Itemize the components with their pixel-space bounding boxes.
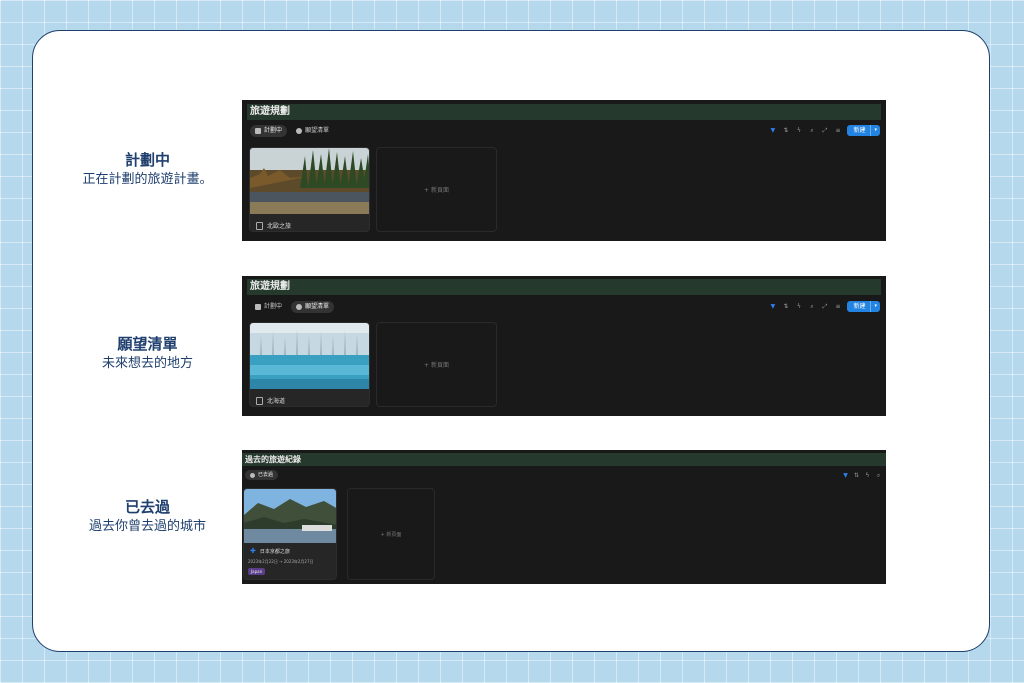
card-name: 日本京都之旅 xyxy=(259,548,290,555)
document-icon xyxy=(256,221,263,230)
new-page-card[interactable]: + 新頁面 xyxy=(376,322,497,407)
lightning-icon[interactable]: ϟ xyxy=(795,303,802,311)
new-page-card[interactable]: + 新頁面 xyxy=(376,147,497,232)
panel-visited: 過去的旅遊紀錄 已去過 ▼ ⇅ ϟ ⌕ ✚ 日本京都之旅 2023年2月22日 →… xyxy=(242,450,886,584)
card-name: 北歐之旅 xyxy=(267,223,292,230)
new-page-card[interactable]: + 新頁面 xyxy=(347,488,435,580)
new-page-label: + 新頁面 xyxy=(424,362,449,369)
card-title: ✚ 日本京都之旅 xyxy=(250,547,290,555)
card-title: 北歐之旅 xyxy=(256,221,291,230)
sort-icon[interactable]: ⇅ xyxy=(853,472,860,480)
forest-lake-image xyxy=(250,148,369,214)
toolbar: ▼ ⇅ ϟ ⌕ ⤢ ≡ 新建 ▾ xyxy=(769,125,880,136)
database-title: 過去的旅遊紀錄 xyxy=(242,453,886,466)
settings-icon[interactable]: ≡ xyxy=(834,127,841,135)
tab-planning[interactable]: 計劃中 xyxy=(250,301,287,313)
card-title: 北海道 xyxy=(256,396,285,405)
view-tabs: 已去過 xyxy=(245,470,279,480)
tab-label: 計劃中 xyxy=(264,303,283,310)
label-title: 願望清單 xyxy=(117,335,178,353)
database-title: 旅遊規劃 xyxy=(247,279,881,295)
label-title: 計劃中 xyxy=(124,151,170,169)
lightning-icon[interactable]: ϟ xyxy=(795,127,802,135)
tab-planning[interactable]: 計劃中 xyxy=(250,125,288,137)
document-icon xyxy=(256,396,263,405)
wish-icon xyxy=(250,472,255,478)
filter-icon[interactable]: ▼ xyxy=(769,303,776,311)
lightning-icon[interactable]: ϟ xyxy=(864,472,871,480)
label-desc: 過去你曾去過的城市 xyxy=(88,519,206,534)
tab-wishlist[interactable]: 願望清單 xyxy=(291,301,335,313)
search-icon[interactable]: ⌕ xyxy=(808,127,815,135)
sort-icon[interactable]: ⇅ xyxy=(782,127,789,135)
plus-icon: ✚ xyxy=(250,547,256,555)
calendar-icon xyxy=(255,304,261,310)
view-tabs: 計劃中 願望清單 xyxy=(250,301,335,313)
calendar-icon xyxy=(255,128,261,134)
label-desc: 未來想去的地方 xyxy=(101,356,193,371)
toolbar: ▼ ⇅ ϟ ⌕ xyxy=(842,472,882,480)
wish-icon xyxy=(296,128,303,134)
chevron-down-icon[interactable]: ▾ xyxy=(870,125,880,136)
new-page-label: + 新頁面 xyxy=(424,187,449,194)
gallery-card[interactable]: ✚ 日本京都之旅 2023年2月22日 → 2023年2月27日 Japan xyxy=(243,488,337,580)
date-range: 2023年2月22日 → 2023年2月27日 xyxy=(248,559,314,564)
gallery-card[interactable]: 北海道 xyxy=(249,322,370,407)
card-name: 北海道 xyxy=(267,398,286,405)
tab-label: 計劃中 xyxy=(264,127,283,134)
chevron-down-icon[interactable]: ▾ xyxy=(870,301,880,312)
filter-icon[interactable]: ▼ xyxy=(769,127,776,135)
gallery-card[interactable]: 北歐之旅 xyxy=(249,147,370,232)
new-button[interactable]: 新建 ▾ xyxy=(847,125,880,136)
tab-label: 已去過 xyxy=(258,472,274,478)
new-label: 新建 xyxy=(853,303,866,310)
tab-wishlist[interactable]: 願望清單 xyxy=(291,125,334,137)
tag-japan: Japan xyxy=(248,568,266,575)
expand-icon[interactable]: ⤢ xyxy=(821,303,828,311)
blue-pond-image xyxy=(250,323,369,389)
tab-visited[interactable]: 已去過 xyxy=(245,470,279,480)
tab-label: 願望清單 xyxy=(305,127,330,134)
panel-planning: 旅遊規劃 計劃中 願望清單 ▼ ⇅ ϟ ⌕ ⤢ ≡ 新建 ▾ 北歐之旅 + 新頁面 xyxy=(242,100,886,241)
new-label: 新建 xyxy=(853,127,866,134)
expand-icon[interactable]: ⤢ xyxy=(821,127,828,135)
search-icon[interactable]: ⌕ xyxy=(875,472,882,480)
tab-label: 願望清單 xyxy=(305,303,330,310)
kyoto-mountain-image xyxy=(244,489,336,543)
label-desc: 正在計劃的旅遊計畫。 xyxy=(82,172,213,187)
label-visited: 已去過 過去你曾去過的城市 xyxy=(60,497,235,537)
view-tabs: 計劃中 願望清單 xyxy=(250,125,334,137)
label-title: 已去過 xyxy=(124,498,170,516)
settings-icon[interactable]: ≡ xyxy=(834,303,841,311)
search-icon[interactable]: ⌕ xyxy=(808,303,815,311)
new-button[interactable]: 新建 ▾ xyxy=(847,301,880,312)
new-page-label: + 新頁面 xyxy=(380,531,402,538)
toolbar: ▼ ⇅ ϟ ⌕ ⤢ ≡ 新建 ▾ xyxy=(769,301,880,312)
database-title: 旅遊規劃 xyxy=(247,104,881,120)
wish-icon xyxy=(296,304,303,310)
filter-icon[interactable]: ▼ xyxy=(842,472,849,480)
sort-icon[interactable]: ⇅ xyxy=(782,303,789,311)
label-wishlist: 願望清單 未來想去的地方 xyxy=(60,334,235,374)
panel-wishlist: 旅遊規劃 計劃中 願望清單 ▼ ⇅ ϟ ⌕ ⤢ ≡ 新建 ▾ 北海道 + 新頁面 xyxy=(242,276,886,416)
label-planning: 計劃中 正在計劃的旅遊計畫。 xyxy=(60,150,235,190)
